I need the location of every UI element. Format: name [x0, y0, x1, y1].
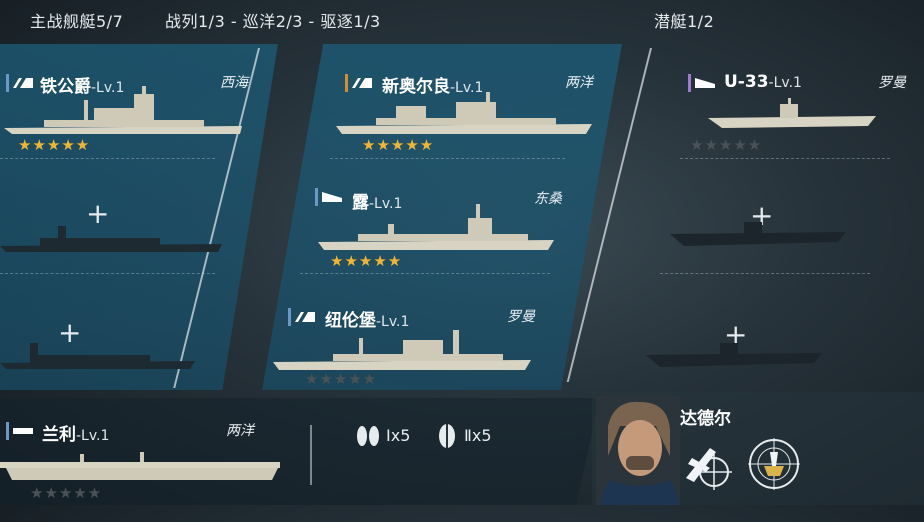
battleship-silhouette: [4, 86, 242, 134]
ship-region: 罗曼: [878, 75, 906, 91]
fleet-composition: 战列1/3 - 巡洋2/3 - 驱逐1/3: [165, 12, 381, 31]
ship-name: 兰利-Lv.1: [42, 425, 110, 445]
empty-ship-silhouette: [0, 226, 222, 252]
ship-name: U-33-Lv.1: [724, 72, 802, 92]
empty-submarine-slot[interactable]: +: [640, 285, 900, 395]
main-ships-count: 主战舰艇5/7: [30, 12, 124, 31]
star-rating: ★★★★★: [18, 136, 91, 154]
ship-slot-nurnberg[interactable]: 纽伦堡-Lv.1 罗曼 ★★★★★: [273, 298, 545, 408]
skill-anchor-icon[interactable]: [746, 436, 802, 492]
cruiser-silhouette: [273, 330, 531, 370]
aircraft-count-2: Ⅱx5: [464, 426, 492, 445]
commander-avatar[interactable]: [596, 396, 680, 505]
empty-submarine-silhouette: [646, 343, 822, 367]
carrier-class-icon: [6, 422, 36, 440]
ship-slot-new-orleans[interactable]: 新奥尔良-Lv.1 两洋 ★★★★★: [336, 62, 600, 172]
destroyer-silhouette: [318, 204, 554, 250]
empty-submarine-silhouette: [670, 222, 846, 246]
ship-slot-u33[interactable]: U-33-Lv.1 罗曼 ★★★★★: [688, 62, 924, 172]
empty-ship-slot[interactable]: +: [0, 285, 260, 395]
submarine-silhouette: [708, 98, 876, 128]
star-rating: ★★★★★: [305, 370, 378, 388]
submarine-class-icon: [688, 74, 718, 92]
star-rating: ★★★★★: [30, 484, 103, 502]
star-rating: ★★★★★: [330, 252, 403, 270]
skill-plane-icon[interactable]: [680, 438, 732, 490]
empty-submarine-slot[interactable]: +: [660, 170, 920, 280]
star-rating: ★★★★★: [690, 136, 763, 154]
commander-name: 达德尔: [680, 409, 731, 429]
divider: [310, 425, 312, 485]
torpedo-icon: [436, 422, 458, 450]
ship-region: 两洋: [226, 423, 254, 439]
bomb-icon: [355, 424, 381, 448]
ship-slot-tsuyu[interactable]: 露-Lv.1 东桑 ★★★★★: [312, 180, 572, 290]
empty-ship-slot[interactable]: +: [0, 170, 260, 280]
ship-slot-langley[interactable]: 兰利-Lv.1 两洋 ★★★★★: [0, 412, 300, 522]
carrier-silhouette: [0, 452, 280, 480]
cruiser-silhouette: [336, 92, 592, 134]
empty-ship-silhouette: [0, 343, 195, 369]
ship-region: 罗曼: [507, 309, 535, 325]
aircraft-count-1: Ⅰx5: [386, 426, 411, 445]
star-rating: ★★★★★: [362, 136, 435, 154]
ship-region: 两洋: [565, 75, 593, 91]
ship-slot-iron-duke[interactable]: 铁公爵-Lv.1 西海 ★★★★★: [0, 62, 260, 172]
submarine-count: 潜艇1/2: [654, 12, 715, 31]
